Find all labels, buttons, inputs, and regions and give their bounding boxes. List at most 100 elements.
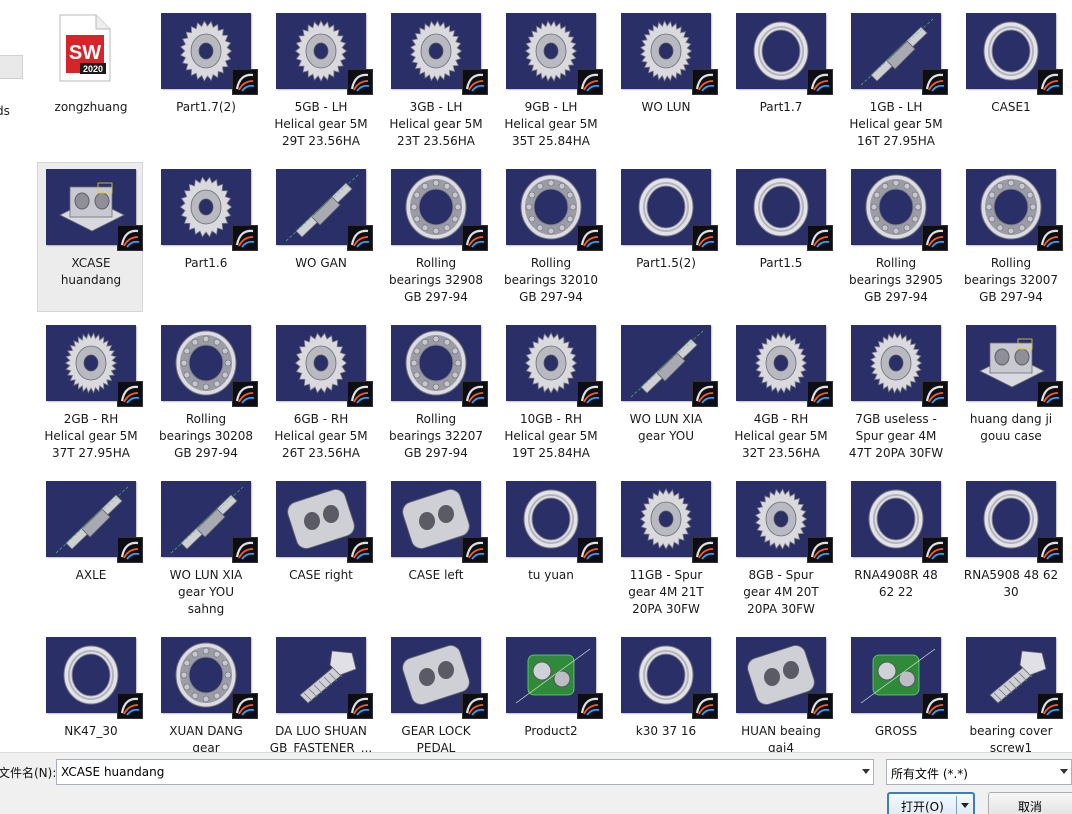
file-item[interactable]: XUAN DANG gear: [152, 630, 258, 752]
file-item[interactable]: 5GB - LH Helical gear 5M 29T 23.56HA 20P…: [267, 6, 373, 156]
navigation-pane[interactable]: ds: [0, 0, 24, 752]
catia-3ds-icon: [922, 381, 948, 407]
file-item[interactable]: Rolling bearings 32207 GB 297-94: [382, 318, 488, 468]
file-name-label: CASE right: [289, 568, 353, 582]
file-item[interactable]: Part1.7(2): [152, 6, 258, 156]
file-name-label: XUAN DANG gear: [169, 724, 243, 752]
file-name-label: 8GB - Spur gear 4M 20T 20PA 30FW ---S20A…: [743, 568, 819, 616]
dialog-footer: 文件名(N): XCASE huandang 所有文件 (*.*) 打开(O) …: [0, 752, 1072, 814]
catia-3ds-icon: [462, 69, 488, 95]
file-item[interactable]: Rolling bearings 32908 GB 297-94: [382, 162, 488, 312]
file-item[interactable]: CASE right: [267, 474, 373, 624]
file-name-label: zongzhuang: [54, 100, 128, 114]
file-item[interactable]: 8GB - Spur gear 4M 20T 20PA 30FW ---S20A…: [727, 474, 833, 624]
catia-3ds-icon: [807, 537, 833, 563]
file-item[interactable]: Part1.5(2): [612, 162, 718, 312]
catia-3ds-icon: [117, 693, 143, 719]
file-item[interactable]: 4GB - RH Helical gear 5M 32T 23.56HA 20P…: [727, 318, 833, 468]
catia-3ds-icon: [347, 225, 373, 251]
file-item[interactable]: Product2: [497, 630, 603, 752]
file-item[interactable]: GEAR LOCK PEDAL: [382, 630, 488, 752]
chevron-down-icon[interactable]: [862, 769, 870, 774]
file-name-label: HUAN beaing gai4: [741, 724, 821, 752]
file-item[interactable]: Part1.5: [727, 162, 833, 312]
file-item[interactable]: RNA4908R 48 62 22: [842, 474, 948, 624]
file-name-label: Rolling bearings 32207 GB 297-94: [388, 412, 484, 460]
file-item[interactable]: RNA5908 48 62 30: [957, 474, 1063, 624]
open-dropdown-icon[interactable]: [961, 803, 969, 808]
catia-3ds-icon: [117, 225, 143, 251]
file-item[interactable]: XCASE huandang: [37, 162, 143, 312]
catia-3ds-icon: [1037, 69, 1063, 95]
open-button[interactable]: 打开(O): [887, 792, 975, 814]
file-grid[interactable]: SW 2020 zongzhuang Part1.7(2) 5GB - LH Helic…: [37, 6, 1072, 752]
catia-3ds-icon: [577, 537, 603, 563]
file-item[interactable]: DA LUO SHUAN GB_FASTENER_...: [267, 630, 373, 752]
catia-3ds-icon: [462, 381, 488, 407]
file-type-select[interactable]: 所有文件 (*.*): [886, 759, 1072, 785]
catia-3ds-icon: [807, 225, 833, 251]
file-name-label: 3GB - LH Helical gear 5M 23T 23.56HA 20P…: [389, 100, 483, 148]
catia-3ds-icon: [1037, 225, 1063, 251]
file-name-label: Part1.5: [759, 256, 803, 270]
file-item[interactable]: 2GB - RH Helical gear 5M 37T 27.95HA 20P…: [37, 318, 143, 468]
file-item[interactable]: WO GAN: [267, 162, 373, 312]
file-item[interactable]: Rolling bearings 32905 GB 297-94: [842, 162, 948, 312]
catia-3ds-icon: [232, 225, 258, 251]
file-item[interactable]: bearing cover screw1: [957, 630, 1063, 752]
file-item[interactable]: Part1.7: [727, 6, 833, 156]
file-item[interactable]: Rolling bearings 30208 GB 297-94: [152, 318, 258, 468]
catia-3ds-icon: [232, 693, 258, 719]
catia-3ds-icon: [692, 225, 718, 251]
file-name-label: Rolling bearings 32010 GB 297-94: [503, 256, 599, 304]
catia-3ds-icon: [692, 693, 718, 719]
file-name-label: Part1.6: [184, 256, 228, 270]
file-item[interactable]: WO LUN XIA gear YOU sahng: [152, 474, 258, 624]
file-name-label: 6GB - RH Helical gear 5M 26T 23.56HA 20P…: [274, 412, 368, 460]
file-item[interactable]: tu yuan: [497, 474, 603, 624]
file-item[interactable]: CASE1: [957, 6, 1063, 156]
file-type-value[interactable]: 所有文件 (*.*): [891, 765, 968, 782]
file-name-label: Rolling bearings 32908 GB 297-94: [388, 256, 484, 304]
file-item[interactable]: Part1.6: [152, 162, 258, 312]
file-item[interactable]: 9GB - LH Helical gear 5M 35T 25.84HA 20P…: [497, 6, 603, 156]
file-item[interactable]: 1GB - LH Helical gear 5M 16T 27.95HA 20P…: [842, 6, 948, 156]
file-item[interactable]: CASE left: [382, 474, 488, 624]
file-item[interactable]: WO LUN XIA gear YOU: [612, 318, 718, 468]
catia-3ds-icon: [232, 69, 258, 95]
file-item[interactable]: 7GB useless - Spur gear 4M 47T 20PA 30FW…: [842, 318, 948, 468]
file-item[interactable]: HUAN beaing gai4: [727, 630, 833, 752]
filename-value[interactable]: XCASE huandang: [61, 765, 164, 779]
file-name-label: WO LUN: [641, 100, 691, 114]
file-name-label: WO LUN XIA gear YOU sahng: [169, 568, 243, 616]
file-item[interactable]: 3GB - LH Helical gear 5M 23T 23.56HA 20P…: [382, 6, 488, 156]
file-item[interactable]: k30 37 16: [612, 630, 718, 752]
file-item[interactable]: 6GB - RH Helical gear 5M 26T 23.56HA 20P…: [267, 318, 373, 468]
filename-field[interactable]: XCASE huandang: [56, 759, 874, 785]
catia-3ds-icon: [577, 225, 603, 251]
file-item[interactable]: AXLE: [37, 474, 143, 624]
file-item[interactable]: huang dang ji gouu case: [957, 318, 1063, 468]
file-name-label: Rolling bearings 30208 GB 297-94: [158, 412, 254, 460]
file-item[interactable]: Rolling bearings 32010 GB 297-94: [497, 162, 603, 312]
cancel-button[interactable]: 取消: [988, 792, 1072, 814]
file-item[interactable]: Rolling bearings 32007 GB 297-94: [957, 162, 1063, 312]
file-item[interactable]: GROSS: [842, 630, 948, 752]
file-name-label: Product2: [524, 724, 578, 738]
file-item[interactable]: 11GB - Spur gear 4M 21T 20PA 30FW ---S21…: [612, 474, 718, 624]
nav-item-label[interactable]: ds: [0, 104, 10, 118]
file-item[interactable]: WO LUN: [612, 6, 718, 156]
file-item[interactable]: SW 2020 zongzhuang: [37, 6, 143, 156]
file-name-label: 5GB - LH Helical gear 5M 29T 23.56HA 20P…: [274, 100, 368, 148]
catia-3ds-icon: [692, 381, 718, 407]
chevron-down-icon[interactable]: [1060, 769, 1068, 774]
file-name-label: AXLE: [75, 568, 107, 582]
file-name-label: WO LUN XIA gear YOU: [629, 412, 703, 443]
file-name-label: bearing cover screw1: [969, 724, 1053, 752]
file-item[interactable]: NK47_30: [37, 630, 143, 752]
catia-3ds-icon: [577, 693, 603, 719]
catia-3ds-icon: [577, 381, 603, 407]
file-name-label: DA LUO SHUAN GB_FASTENER_...: [269, 724, 373, 752]
nav-scrollbar[interactable]: [0, 55, 23, 79]
file-item[interactable]: 10GB - RH Helical gear 5M 19T 25.84HA 20…: [497, 318, 603, 468]
